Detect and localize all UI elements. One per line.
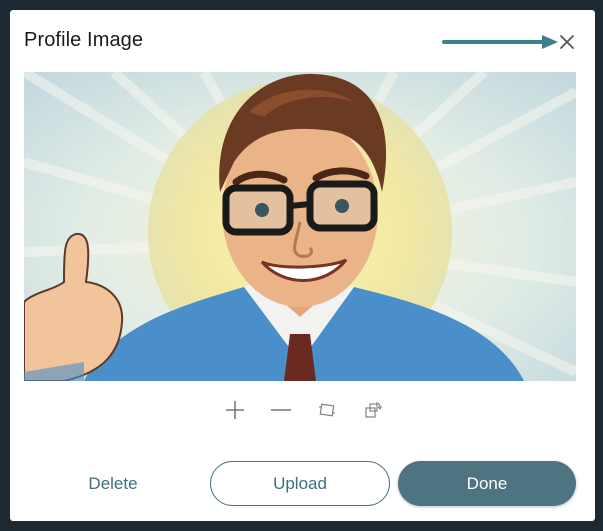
profile-portrait-image bbox=[24, 72, 576, 381]
annotation-arrow-icon bbox=[442, 35, 558, 49]
rotate-button[interactable] bbox=[360, 398, 386, 422]
zoom-out-icon bbox=[271, 409, 291, 411]
profile-image-dialog: Profile Image Delete Upload Done bbox=[10, 10, 595, 521]
close-icon bbox=[560, 35, 574, 49]
dialog-title: Profile Image bbox=[24, 29, 144, 51]
crop-reset-button[interactable] bbox=[314, 398, 340, 422]
rotate-icon bbox=[365, 402, 382, 418]
zoom-out-button[interactable] bbox=[268, 398, 294, 422]
zoom-in-button[interactable] bbox=[222, 398, 248, 422]
delete-button[interactable]: Delete bbox=[68, 461, 158, 506]
image-tools-toolbar bbox=[222, 398, 386, 422]
crop-reset-icon bbox=[319, 403, 335, 417]
upload-button[interactable]: Upload bbox=[210, 461, 390, 506]
zoom-in-icon bbox=[226, 401, 244, 419]
done-button[interactable]: Done bbox=[398, 461, 576, 506]
profile-image-preview[interactable] bbox=[24, 72, 576, 381]
close-button[interactable] bbox=[557, 32, 577, 52]
